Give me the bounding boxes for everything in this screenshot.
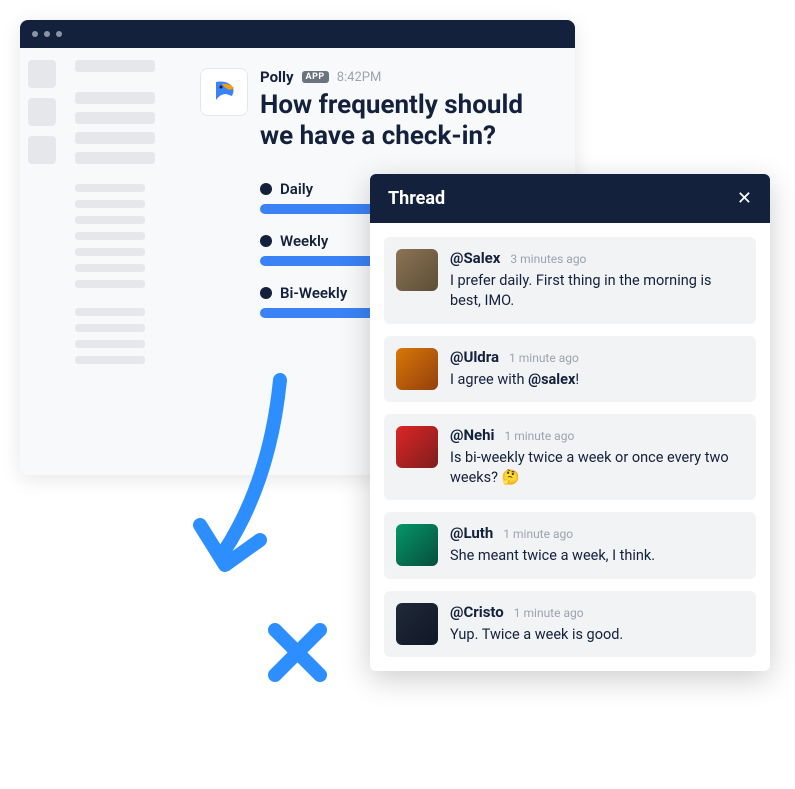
sidebar-item[interactable] [75,356,145,364]
message-text: She meant twice a week, I think. [450,546,744,566]
sidebar-item[interactable] [75,248,145,256]
message-text: Is bi-weekly twice a week or once every … [450,448,744,489]
avatar [396,524,438,566]
sidebar-item[interactable] [75,184,145,192]
avatar [396,603,438,645]
message-username[interactable]: @Luth [450,524,493,542]
sidebar-item[interactable] [75,324,145,332]
poll-radio-icon [260,235,272,247]
message-time: 1 minute ago [505,429,575,443]
thread-body: @Salex 3 minutes ago I prefer daily. Fir… [370,223,770,671]
sidebar-item[interactable] [75,112,155,124]
message-header: Polly APP 8:42PM How frequently should w… [200,68,550,172]
message-username[interactable]: @Nehi [450,426,495,444]
thread-title: Thread [388,188,445,209]
message-time: 1 minute ago [503,527,573,541]
message-time: 3 minutes ago [510,252,586,266]
message-username[interactable]: @Cristo [450,603,504,621]
user-mention[interactable]: @salex [528,371,575,388]
thread-message: @Nehi 1 minute ago Is bi-weekly twice a … [384,414,756,501]
thread-panel: Thread ✕ @Salex 3 minutes ago I prefer d… [370,174,770,671]
avatar [396,249,438,291]
titlebar-dot [44,31,50,37]
poll-radio-icon [260,287,272,299]
sidebar-workspace-icon[interactable] [28,60,56,88]
message-text: Yup. Twice a week is good. [450,625,744,645]
polly-avatar-icon [200,68,248,116]
sidebar-workspace-icon[interactable] [28,136,56,164]
sidebar-item[interactable] [75,92,155,104]
message-timestamp: 8:42PM [337,70,382,85]
thread-message: @Salex 3 minutes ago I prefer daily. Fir… [384,237,756,324]
titlebar-dot [56,31,62,37]
message-username[interactable]: @Salex [450,249,500,267]
sidebar-workspace-icon[interactable] [28,98,56,126]
thread-message: @Cristo 1 minute ago Yup. Twice a week i… [384,591,756,657]
sidebar-item[interactable] [75,60,155,72]
poll-option-label: Weekly [280,232,328,250]
sidebar-item[interactable] [75,152,155,164]
message-text: I agree with @salex! [450,370,744,390]
sidebar-item[interactable] [75,232,145,240]
sidebar-item[interactable] [75,216,145,224]
thread-header: Thread ✕ [370,174,770,223]
thread-message: @Luth 1 minute ago She meant twice a wee… [384,512,756,578]
avatar [396,426,438,468]
sidebar-channels [65,48,175,475]
sidebar-narrow [20,48,65,475]
poll-option-label: Bi-Weekly [280,284,347,302]
sidebar-item[interactable] [75,280,145,288]
message-text: I prefer daily. First thing in the morni… [450,271,744,312]
close-icon[interactable]: ✕ [737,190,752,208]
poll-question: How frequently should we have a check-in… [260,90,550,152]
app-name: Polly [260,68,294,86]
window-titlebar [20,20,575,48]
x-mark-icon [265,620,330,685]
sidebar-item[interactable] [75,340,145,348]
thread-message: @Uldra 1 minute ago I agree with @salex! [384,336,756,402]
sidebar-item[interactable] [75,308,145,316]
poll-option-label: Daily [280,180,313,198]
message-time: 1 minute ago [509,351,579,365]
message-username[interactable]: @Uldra [450,348,499,366]
avatar [396,348,438,390]
message-meta: Polly APP 8:42PM [260,68,550,86]
poll-radio-icon [260,183,272,195]
sidebar-item[interactable] [75,264,145,272]
message-time: 1 minute ago [514,606,584,620]
sidebar-item[interactable] [75,132,155,144]
titlebar-dot [32,31,38,37]
sidebar-item[interactable] [75,200,145,208]
app-badge: APP [302,71,329,83]
